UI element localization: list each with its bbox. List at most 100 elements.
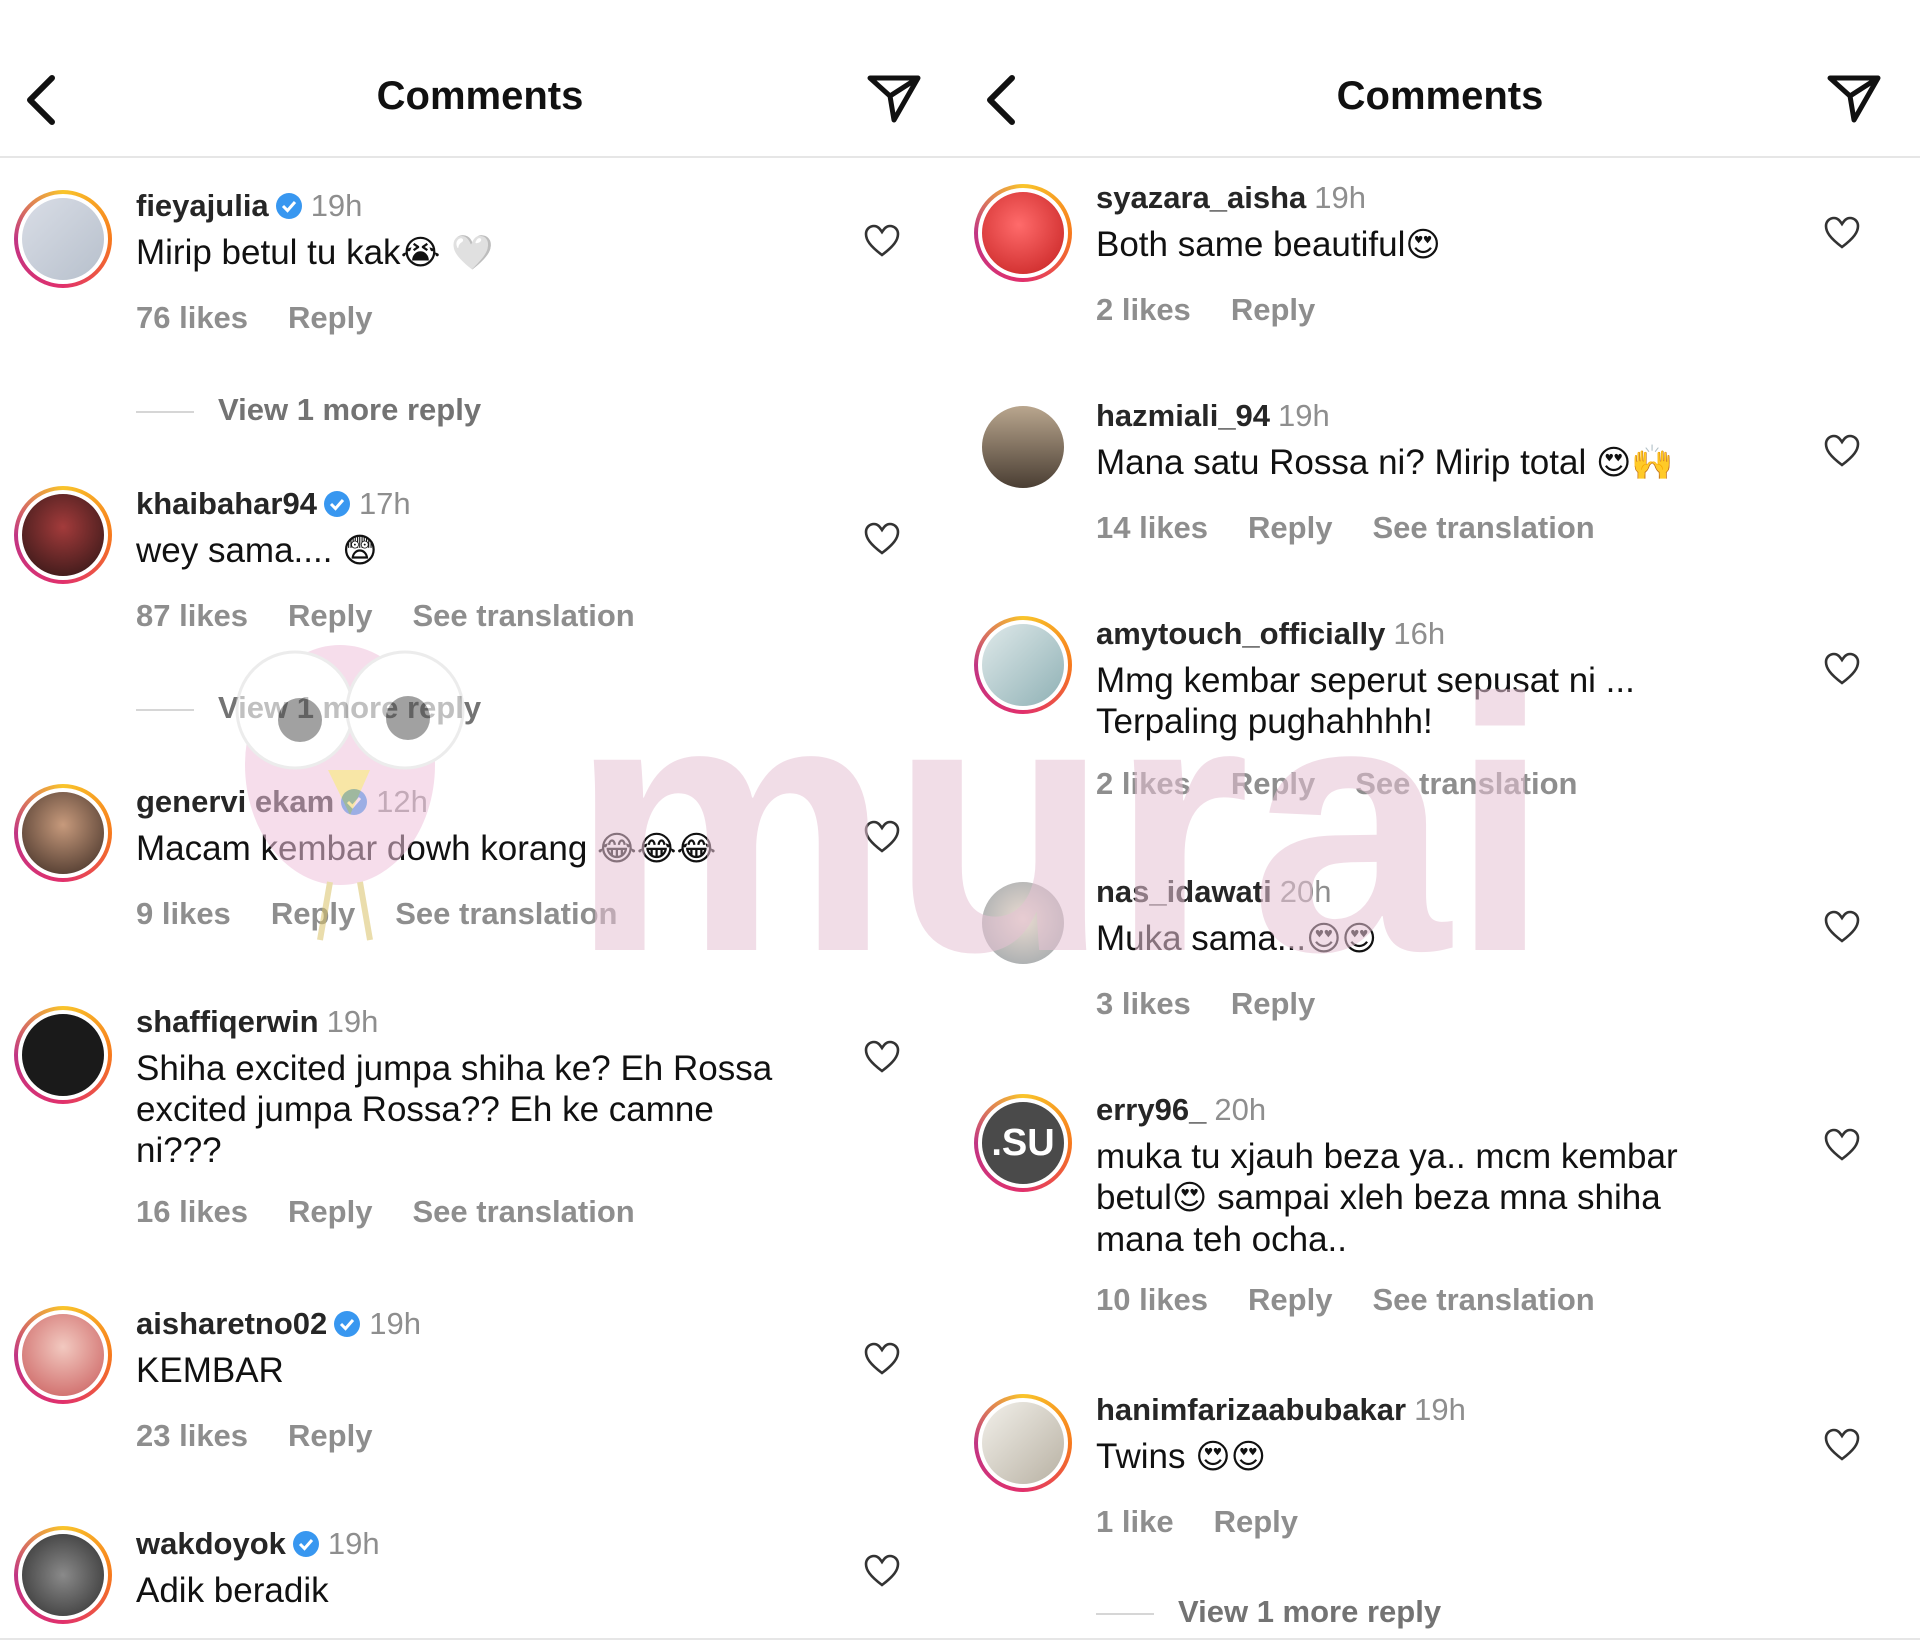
avatar[interactable] bbox=[14, 486, 112, 584]
avatar[interactable] bbox=[14, 190, 112, 288]
heart-icon[interactable] bbox=[864, 820, 900, 854]
heart-icon[interactable] bbox=[1824, 216, 1860, 250]
reply-button[interactable]: Reply bbox=[288, 300, 372, 335]
likes-count[interactable]: 2 likes bbox=[1096, 766, 1191, 801]
comment-text: KEMBAR bbox=[136, 1351, 284, 1390]
comment-text: Both same beautiful😍 bbox=[1096, 225, 1441, 265]
comment-time: 19h bbox=[1414, 1392, 1466, 1427]
see-translation-button[interactable]: See translation bbox=[395, 896, 617, 931]
heart-icon[interactable] bbox=[864, 522, 900, 556]
comment-time: 20h bbox=[1279, 874, 1332, 909]
heart-icon[interactable] bbox=[1824, 652, 1860, 686]
heart-icon[interactable] bbox=[864, 224, 900, 258]
send-icon[interactable] bbox=[864, 70, 924, 126]
see-translation-button[interactable]: See translation bbox=[1372, 1282, 1594, 1317]
comment-text: Macam kembar dowh korang 😂😂😂 bbox=[136, 829, 717, 869]
comment-time: 16h bbox=[1393, 616, 1446, 651]
comment-text: Mirip betul tu kak😭 🤍 bbox=[136, 233, 494, 273]
page-title: Comments bbox=[376, 74, 584, 118]
comment-text: Mmg kembar seperut sepusat ni ... Terpal… bbox=[1096, 661, 1635, 741]
username[interactable]: wakdoyok bbox=[136, 1526, 286, 1561]
heart-icon[interactable] bbox=[864, 1342, 900, 1376]
reply-button[interactable]: Reply bbox=[271, 896, 355, 931]
avatar[interactable] bbox=[974, 874, 1072, 972]
view-more-replies[interactable]: View 1 more reply bbox=[136, 690, 481, 726]
comment-text: muka tu xjauh beza ya.. mcm kembar betul… bbox=[1096, 1137, 1678, 1259]
verified-badge-icon bbox=[334, 1311, 361, 1337]
heart-icon[interactable] bbox=[1824, 910, 1860, 944]
comment-time: 19h bbox=[369, 1306, 421, 1341]
likes-count[interactable]: 23 likes bbox=[136, 1418, 248, 1453]
avatar[interactable] bbox=[974, 184, 1072, 282]
see-translation-button[interactable]: See translation bbox=[1355, 766, 1577, 801]
username[interactable]: syazara_aisha bbox=[1096, 180, 1306, 215]
heart-icon[interactable] bbox=[864, 1554, 900, 1588]
reply-button[interactable]: Reply bbox=[1231, 986, 1315, 1021]
verified-badge-icon bbox=[341, 789, 368, 815]
comment-text: Mana satu Rossa ni? Mirip total 😍🙌 bbox=[1096, 443, 1674, 483]
comment-time: 19h bbox=[326, 1004, 379, 1039]
username[interactable]: hanimfarizaabubakar bbox=[1096, 1392, 1406, 1427]
username[interactable]: hazmiali_94 bbox=[1096, 398, 1270, 433]
reply-button[interactable]: Reply bbox=[288, 1418, 372, 1453]
reply-button[interactable]: Reply bbox=[1248, 510, 1332, 545]
send-icon[interactable] bbox=[1824, 70, 1884, 126]
avatar[interactable]: .SU bbox=[974, 1094, 1072, 1192]
reply-button[interactable]: Reply bbox=[288, 598, 372, 633]
likes-count[interactable]: 14 likes bbox=[1096, 510, 1208, 545]
likes-count[interactable]: 3 likes bbox=[1096, 986, 1191, 1021]
heart-icon[interactable] bbox=[1824, 434, 1860, 468]
see-translation-button[interactable]: See translation bbox=[412, 598, 634, 633]
reply-button[interactable]: Reply bbox=[1231, 766, 1315, 801]
avatar[interactable] bbox=[974, 1394, 1072, 1492]
comment-text: wey sama.... 😨 bbox=[136, 531, 378, 571]
right-comments-panel: Comments syazara_aisha 19h Both same beau… bbox=[960, 0, 1920, 1651]
likes-count[interactable]: 16 likes bbox=[136, 1194, 248, 1229]
username[interactable]: khaibahar94 bbox=[136, 486, 317, 521]
avatar[interactable] bbox=[14, 1306, 112, 1404]
likes-count[interactable]: 87 likes bbox=[136, 598, 248, 633]
likes-count[interactable]: 10 likes bbox=[1096, 1282, 1208, 1317]
see-translation-button[interactable]: See translation bbox=[412, 1194, 634, 1229]
username[interactable]: fieyajulia bbox=[136, 188, 269, 223]
comment-text: Muka sama...😍😍 bbox=[1096, 919, 1377, 959]
verified-badge-icon bbox=[323, 491, 350, 517]
username[interactable]: shaffiqerwin bbox=[136, 1004, 319, 1039]
heart-icon[interactable] bbox=[1824, 1128, 1860, 1162]
likes-count[interactable]: 76 likes bbox=[136, 300, 248, 335]
see-translation-button[interactable]: See translation bbox=[1372, 510, 1594, 545]
comment-text: Shiha excited jumpa shiha ke? Eh Rossa e… bbox=[136, 1049, 773, 1170]
verified-badge-icon bbox=[292, 1531, 319, 1557]
avatar[interactable] bbox=[14, 1006, 112, 1104]
likes-count[interactable]: 9 likes bbox=[136, 896, 231, 931]
reply-button[interactable]: Reply bbox=[1248, 1282, 1332, 1317]
avatar-initials: .SU bbox=[991, 1121, 1055, 1164]
view-more-replies[interactable]: View 1 more reply bbox=[1096, 1594, 1441, 1630]
reply-button[interactable]: Reply bbox=[1214, 1504, 1298, 1539]
reply-button[interactable]: Reply bbox=[1231, 292, 1315, 327]
heart-icon[interactable] bbox=[1824, 1428, 1860, 1462]
username[interactable]: nas_idawati bbox=[1096, 874, 1272, 909]
username[interactable]: genervi ekam bbox=[136, 784, 334, 819]
reply-button[interactable]: Reply bbox=[288, 1194, 372, 1229]
likes-count[interactable]: 1 like bbox=[1096, 1504, 1174, 1539]
comment-time: 20h bbox=[1214, 1092, 1267, 1127]
view-more-replies[interactable]: View 1 more reply bbox=[136, 392, 481, 428]
page-title: Comments bbox=[1336, 74, 1544, 118]
username[interactable]: aisharetno02 bbox=[136, 1306, 327, 1341]
comment-time: 19h bbox=[327, 1526, 380, 1561]
username[interactable]: erry96_ bbox=[1096, 1092, 1206, 1127]
likes-count[interactable]: 2 likes bbox=[1096, 292, 1191, 327]
comment-text: Twins 😍😍 bbox=[1096, 1437, 1267, 1477]
left-comments-panel: Comments fieyajulia 19h Mirip betul tu ka… bbox=[0, 0, 960, 1651]
comment-time: 12h bbox=[376, 784, 428, 819]
comment-time: 19h bbox=[1314, 180, 1367, 215]
avatar[interactable] bbox=[974, 616, 1072, 714]
heart-icon[interactable] bbox=[864, 1040, 900, 1074]
header: Comments bbox=[960, 0, 1920, 158]
username[interactable]: amytouch_officially bbox=[1096, 616, 1385, 651]
comment-time: 17h bbox=[358, 486, 411, 521]
avatar[interactable] bbox=[14, 784, 112, 882]
avatar[interactable] bbox=[974, 398, 1072, 496]
avatar[interactable] bbox=[14, 1526, 112, 1624]
